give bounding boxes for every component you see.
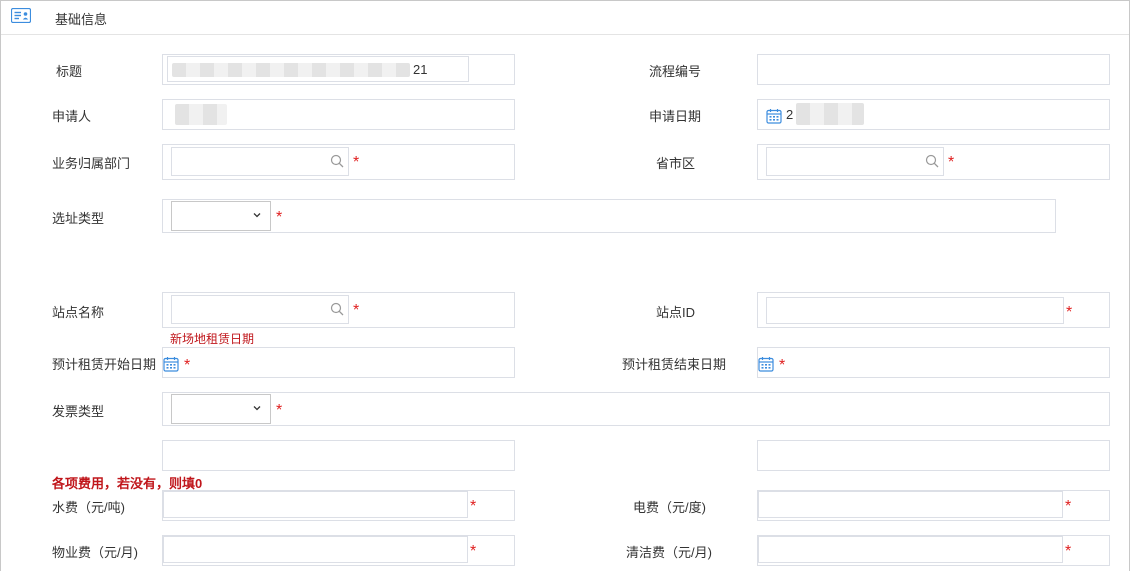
form-icon [11, 8, 31, 23]
apply-date-label: 申请日期 [649, 109, 702, 124]
water-fee-input[interactable] [163, 491, 468, 518]
lease-start-field[interactable]: * [162, 347, 515, 378]
required-mark: * [1065, 543, 1072, 560]
water-fee-label: 水费（元/吨) [52, 500, 125, 515]
title-label: 标题 [56, 64, 83, 79]
calendar-icon[interactable] [766, 108, 782, 124]
required-mark: * [779, 357, 786, 374]
site-type-cell [162, 199, 1056, 233]
lease-date-note: 新场地租赁日期 [170, 332, 255, 346]
process-no-label: 流程编号 [649, 64, 702, 79]
site-name-input[interactable] [171, 295, 349, 324]
property-fee-label: 物业费（元/月) [52, 545, 138, 560]
required-mark: * [353, 154, 360, 171]
section-header: 基础信息 [1, 1, 1129, 35]
required-mark: * [1065, 498, 1072, 515]
cleaning-fee-label: 清洁费（元/月) [626, 545, 712, 560]
lease-end-field[interactable]: * [757, 347, 1110, 378]
section-title: 基础信息 [55, 12, 108, 27]
redacted-text [175, 104, 227, 125]
apply-date-value: 2 [786, 107, 794, 122]
region-label: 省市区 [656, 156, 696, 171]
calendar-icon[interactable] [163, 356, 179, 372]
redacted-text [172, 63, 410, 77]
invoice-type-label: 发票类型 [52, 404, 105, 419]
search-icon[interactable] [330, 154, 344, 168]
invoice-type-cell [162, 392, 1110, 426]
empty-field[interactable] [757, 440, 1110, 471]
title-value-suffix: 21 [413, 62, 428, 77]
site-name-label: 站点名称 [52, 305, 105, 320]
electric-fee-input[interactable] [758, 491, 1063, 518]
electric-fee-label: 电费（元/度) [633, 500, 706, 515]
redacted-text [796, 103, 864, 125]
lease-end-label: 预计租赁结束日期 [622, 357, 727, 372]
empty-field[interactable] [162, 440, 515, 471]
property-fee-input[interactable] [163, 536, 468, 563]
lease-start-label: 预计租赁开始日期 [52, 357, 157, 372]
search-icon[interactable] [330, 302, 344, 316]
region-input[interactable] [766, 147, 944, 176]
required-mark: * [184, 357, 191, 374]
required-mark: * [276, 209, 283, 226]
applicant-field[interactable] [162, 99, 515, 130]
site-type-select[interactable] [171, 201, 271, 231]
site-id-label: 站点ID [656, 305, 696, 320]
cleaning-fee-input[interactable] [758, 536, 1063, 563]
applicant-label: 申请人 [52, 109, 92, 124]
process-no-field[interactable] [757, 54, 1110, 85]
required-mark: * [1066, 304, 1073, 321]
search-icon[interactable] [925, 154, 939, 168]
required-mark: * [470, 543, 477, 560]
calendar-icon[interactable] [758, 356, 774, 372]
department-label: 业务归属部门 [52, 156, 131, 171]
invoice-type-select[interactable] [171, 394, 271, 424]
site-type-label: 选址类型 [52, 211, 105, 226]
required-mark: * [276, 402, 283, 419]
title-input[interactable]: 21 [167, 56, 469, 82]
chevron-down-icon [253, 213, 261, 218]
site-id-input[interactable] [766, 297, 1064, 324]
required-mark: * [353, 302, 360, 319]
department-input[interactable] [171, 147, 349, 176]
chevron-down-icon [253, 406, 261, 411]
apply-date-field[interactable]: 2 [757, 99, 1110, 130]
required-mark: * [470, 498, 477, 515]
required-mark: * [948, 154, 955, 171]
